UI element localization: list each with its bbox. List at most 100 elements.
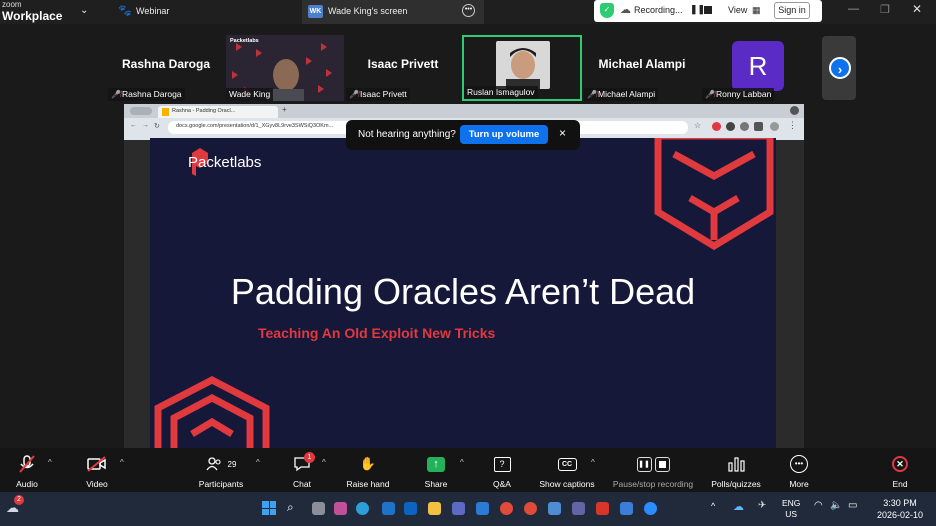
teams-icon[interactable] [572,502,585,515]
participant-tile[interactable]: Rashna Daroga 🎤̸Rashna Daroga [108,35,224,101]
signin-button[interactable]: Sign in [774,2,810,19]
file-explorer-icon[interactable] [428,502,441,515]
pause-icon[interactable]: ❚❚ [690,4,705,15]
participant-tag: Ruslan Ismagulov [464,86,538,99]
more-button[interactable]: ••• More [784,454,814,489]
audio-button[interactable]: Audio [10,454,44,489]
audio-caret-icon[interactable]: ^ [48,458,52,467]
minimize-icon[interactable]: — [848,3,859,15]
participant-tile[interactable]: Isaac Privett 🎤̸Isaac Privett [346,35,460,101]
video-off-icon [80,454,114,474]
video-caret-icon[interactable]: ^ [120,458,124,467]
outlook-icon[interactable] [404,502,417,515]
teams-icon[interactable] [452,502,465,515]
recording-label: Recording... [634,5,683,15]
end-button[interactable]: ✕ End [886,454,914,489]
speaker-video [496,41,550,89]
forward-icon[interactable]: → [142,122,149,129]
video-button[interactable]: Video [80,454,114,489]
weather-badge: 2 [14,495,24,505]
slide-subtitle: Teaching An Old Exploit New Tricks [258,325,496,341]
back-icon[interactable]: ← [130,122,137,129]
participant-name: Michael Alampi [598,57,686,71]
muted-mic-icon [10,454,44,474]
extension-icon[interactable] [740,122,749,131]
polls-icon [706,454,766,474]
clock[interactable]: 3:30 PM 2026-02-10 [872,497,928,521]
turn-up-volume-button[interactable]: Turn up volume [460,125,548,144]
chat-caret-icon[interactable]: ^ [322,458,326,467]
captions-icon: CC [536,454,598,474]
profile-icon[interactable] [770,122,779,131]
end-icon: ✕ [886,454,914,474]
participants-button[interactable]: 29 Participants [196,454,246,489]
chevron-down-icon[interactable]: ⌄ [80,5,88,16]
webinar-label: Webinar [136,6,170,16]
tab-shared-screen[interactable]: WK Wade King's screen ••• [302,0,484,24]
more-options-icon[interactable]: ••• [462,4,475,17]
participant-strip: Rashna Daroga 🎤̸Rashna Daroga Packetlabs… [0,24,936,104]
more-icon: ••• [784,454,814,474]
kebab-menu-icon[interactable]: ⋮ [788,120,797,131]
zoom-app-icon[interactable] [644,502,657,515]
chat-badge: 1 [304,452,315,463]
participant-tag: 🎤̸Ronny Labban [702,88,775,101]
shield-icon: ✓ [600,3,614,18]
participant-tile[interactable]: Michael Alampi 🎤̸Michael Alampi [584,35,700,101]
star-icon[interactable]: ☆ [694,121,701,130]
new-tab-icon[interactable]: + [282,105,287,114]
extension-icon[interactable] [754,122,763,131]
chrome-icon[interactable] [524,502,537,515]
pause-stop-recording-button[interactable]: ❚❚ Pause/stop recording [608,454,698,489]
participant-video-tile[interactable]: Packetlabs Wade King [226,35,344,101]
profile-icon [790,106,799,115]
onedrive-icon[interactable]: ☁ [733,500,744,513]
weather-widget[interactable]: ☁ 2 [6,495,24,515]
start-icon[interactable] [262,501,276,515]
chevron-right-icon[interactable]: › [829,57,851,79]
brand-large: Workplace [2,9,63,23]
share-caret-icon[interactable]: ^ [460,458,464,467]
stop-icon[interactable] [704,6,712,14]
app-icon[interactable] [548,502,561,515]
participant-tag: Wade King [226,88,274,101]
app-icon[interactable] [500,502,513,515]
browser-tab[interactable]: Rashna - Padding Oracl... [158,106,278,118]
title-bar: zoom Workplace ⌄ 🐾 Webinar WK Wade King'… [0,0,936,24]
shared-screen: Rashna - Padding Oracl... + ← → ↻ docs.g… [124,104,804,448]
raise-hand-button[interactable]: ✋ Raise hand [344,454,392,489]
tray-app-icon[interactable]: ✈ [758,500,766,511]
app-icon[interactable] [382,502,395,515]
extension-icon[interactable] [712,122,721,131]
qa-button[interactable]: ? Q&A [486,454,518,489]
app-icon[interactable] [334,502,347,515]
toast-close-icon[interactable]: × [559,126,566,140]
reload-icon[interactable]: ↻ [154,122,160,130]
battery-icon[interactable]: ▭ [848,500,857,511]
speaker-icon[interactable]: 🔈 [830,500,842,511]
chat-button[interactable]: Chat 1 [286,452,318,489]
edge-icon[interactable] [356,502,369,515]
show-captions-button[interactable]: CC Show captions [536,454,598,489]
close-icon[interactable]: ✕ [912,2,922,16]
tab-webinar[interactable]: 🐾 Webinar [112,0,302,24]
wifi-icon[interactable]: ◠ [814,500,823,511]
extension-icon[interactable] [726,122,735,131]
participant-tile[interactable]: R 🎤̸Ronny Labban [702,35,818,101]
active-speaker-tile[interactable]: Ruslan Ismagulov [462,35,582,101]
view-button[interactable]: View [728,5,747,15]
toast-message: Not hearing anything? [358,129,456,140]
search-icon[interactable]: ⌕ [287,500,294,515]
captions-caret-icon[interactable]: ^ [591,458,595,467]
maximize-icon[interactable]: ❐ [880,3,890,16]
app-icon[interactable] [476,502,489,515]
polls-quizzes-button[interactable]: Polls/quizzes [706,454,766,489]
language-indicator[interactable]: ENG US [782,498,800,520]
app-icon[interactable] [620,502,633,515]
share-button[interactable]: ↑ Share [420,454,452,489]
tray-overflow-icon[interactable]: ^ [711,501,715,511]
acrobat-icon[interactable] [596,502,609,515]
grid-icon: ▦ [752,5,761,15]
task-view-icon[interactable] [312,502,325,515]
participants-caret-icon[interactable]: ^ [256,458,260,467]
